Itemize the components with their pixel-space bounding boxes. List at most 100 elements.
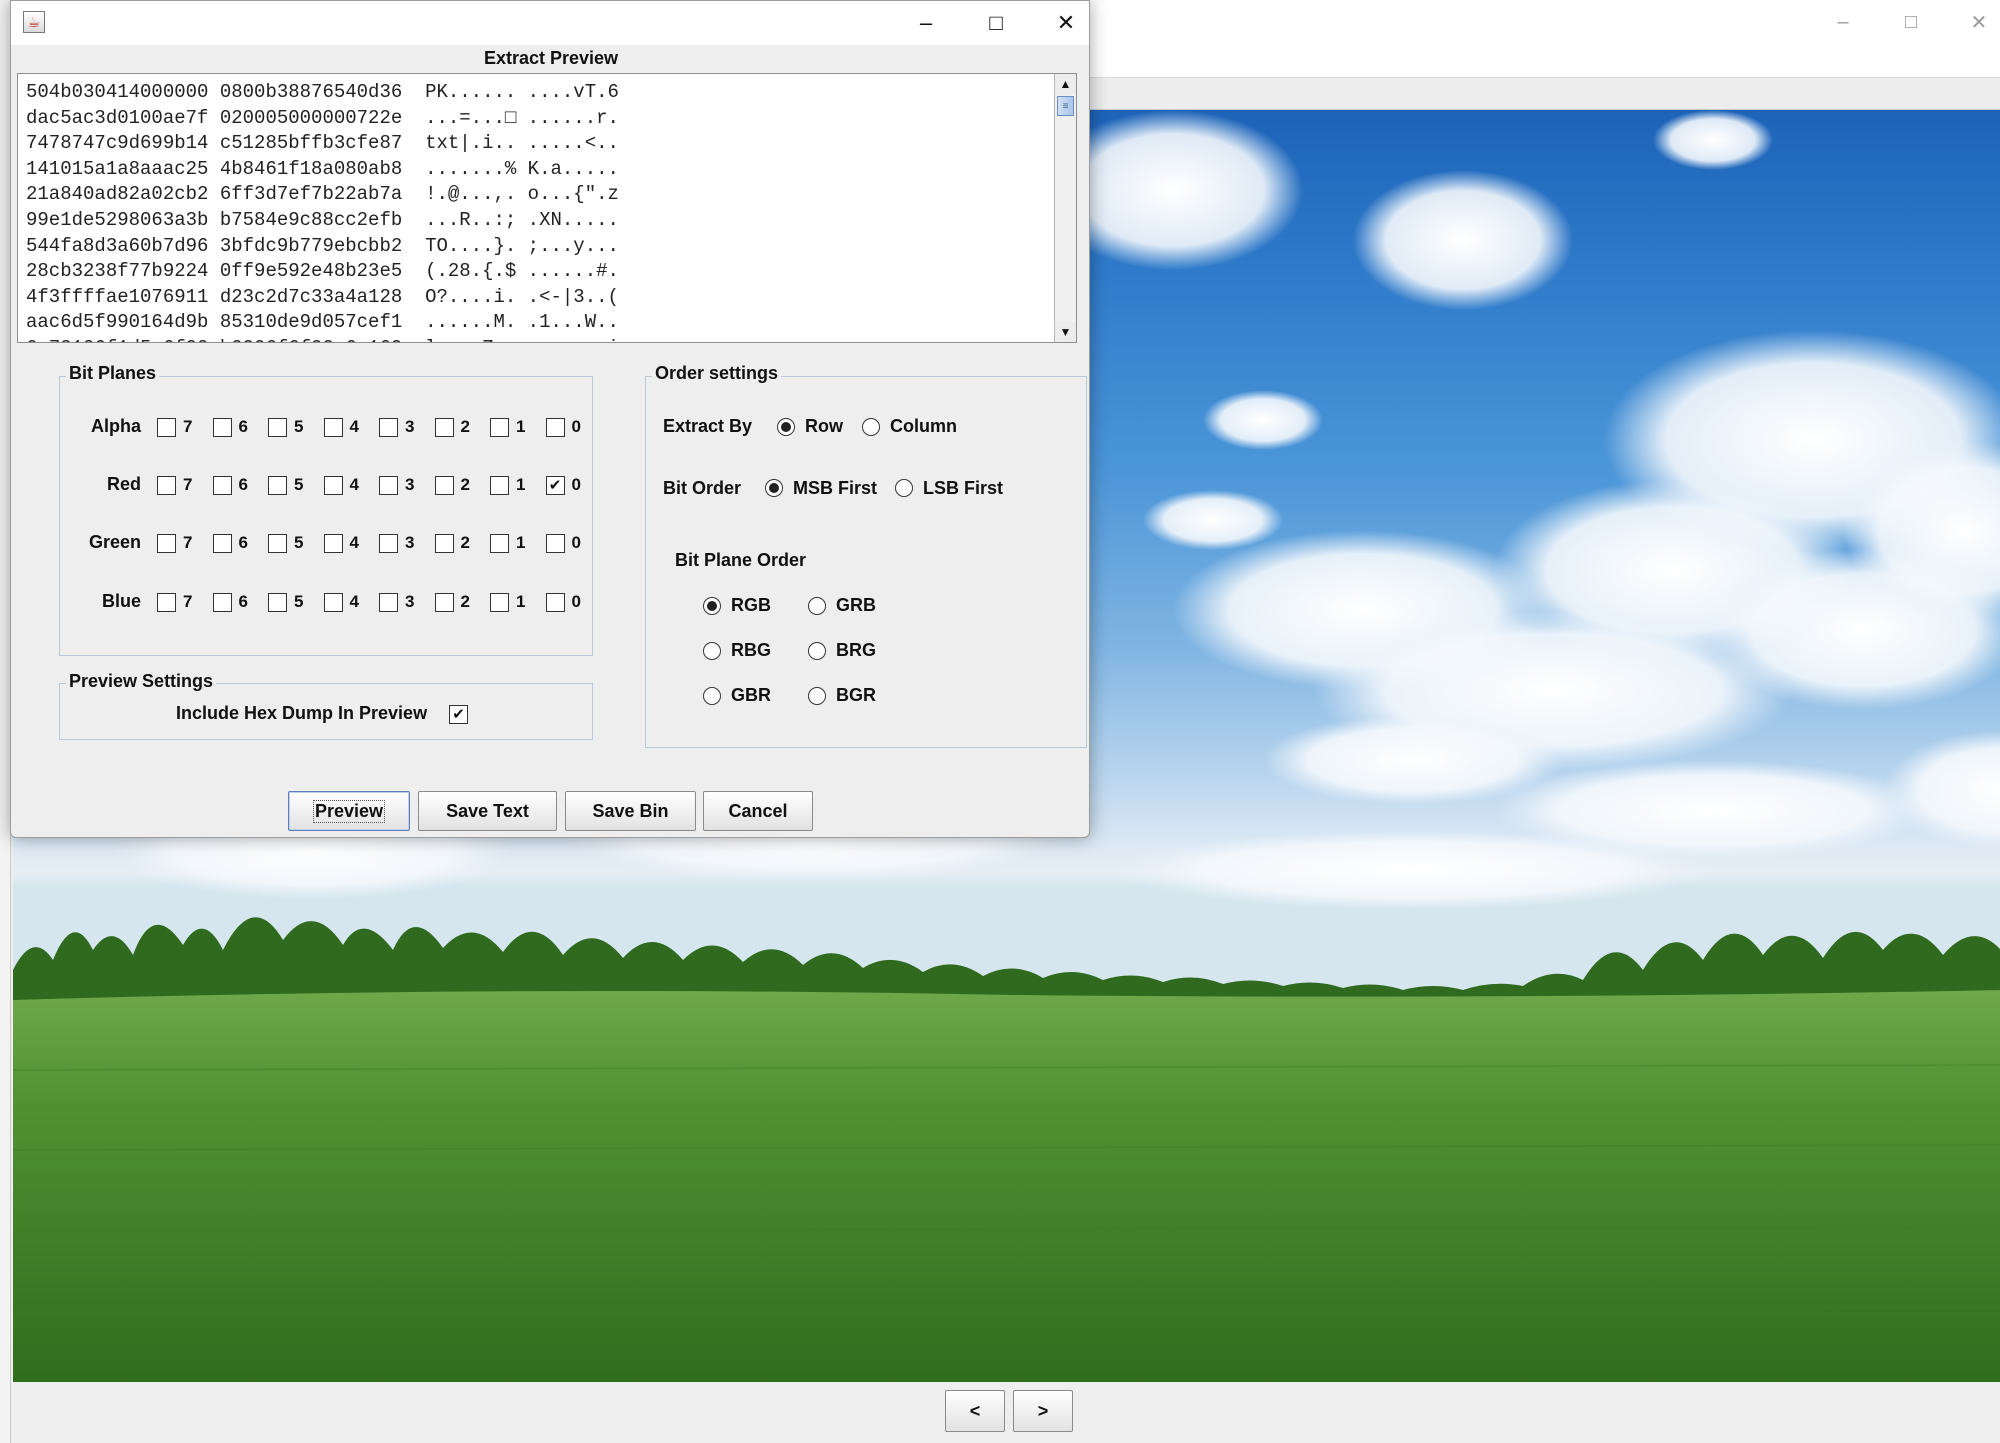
dialog-titlebar: ☕ – □ ✕ [11, 1, 1089, 45]
bit-plane-row-label-green: Green [88, 532, 141, 552]
main-close-button[interactable]: ✕ [1945, 0, 2000, 44]
next-image-button[interactable]: > [1013, 1390, 1073, 1432]
order-rbg-radio[interactable] [703, 642, 721, 660]
bit-plane-row-label-alpha: Alpha [90, 416, 141, 436]
bit-plane-bit-label: 3 [405, 417, 415, 436]
bit-plane-checkbox-green-4[interactable] [323, 534, 343, 553]
bit-plane-bit-label: 0 [571, 417, 581, 436]
dialog-close-button[interactable]: ✕ [1031, 1, 1101, 45]
main-maximize-button[interactable]: □ [1877, 0, 1945, 44]
bit-plane-checkbox-blue-3[interactable] [379, 593, 398, 612]
hex-line: 21a840ad82a02cb2 6ff3d7ef7b22ab7a !.@...… [26, 183, 619, 206]
bit-plane-checkbox-red-3[interactable] [379, 476, 398, 495]
bit-plane-checkbox-red-6[interactable] [212, 476, 232, 495]
bit-plane-checkbox-red-1[interactable] [490, 476, 509, 495]
bit-plane-checkbox-alpha-6[interactable] [212, 418, 232, 437]
bit-plane-checkbox-green-2[interactable] [434, 534, 454, 553]
hex-line: 99e1de5298063a3b b7584e9c88cc2efb ...R..… [26, 208, 619, 231]
bit-plane-checkbox-alpha-5[interactable] [268, 418, 287, 437]
order-bgr-radio[interactable] [808, 687, 826, 705]
bit-order-lsb-label: LSB First [923, 478, 1004, 498]
close-icon: ✕ [1970, 11, 1988, 34]
bit-plane-bit-label: 1 [516, 592, 526, 611]
bit-plane-bit-label: 6 [238, 475, 248, 494]
bit-plane-checkbox-blue-2[interactable] [434, 593, 454, 612]
bit-plane-bit-label: 4 [349, 417, 359, 436]
hex-line: 7478747c9d699b14 c51285bffb3cfe87 txt|.i… [26, 132, 619, 155]
bit-plane-bit-label: 2 [460, 475, 470, 494]
bit-order-msb-radio[interactable] [765, 479, 783, 497]
bit-plane-checkbox-blue-4[interactable] [323, 593, 343, 612]
order-rgb-label: RGB [731, 595, 771, 615]
hex-line: dac5ac3d0100ae7f 020005000000722e ...=..… [26, 106, 619, 129]
bit-order-lsb-radio[interactable] [895, 479, 913, 497]
bit-plane-checkbox-blue-5[interactable] [268, 593, 287, 612]
scroll-up-arrow-icon[interactable]: ▲ [1055, 74, 1076, 94]
close-icon: ✕ [1056, 10, 1076, 35]
order-brg-label: BRG [836, 640, 876, 660]
main-minimize-button[interactable]: – [1809, 0, 1877, 44]
bit-plane-bit-label: 2 [460, 417, 470, 436]
java-cup-icon: ☕ [23, 11, 45, 33]
preview-scrollbar[interactable]: ▲ ≡ ▼ [1054, 74, 1076, 342]
extract-by-row-radio[interactable] [777, 418, 795, 436]
bit-plane-bit-label: 0 [571, 475, 581, 494]
bit-plane-checkbox-blue-1[interactable] [490, 593, 509, 612]
bit-plane-checkbox-red-5[interactable] [268, 476, 287, 495]
bit-order-label: Bit Order [663, 478, 742, 498]
save-text-button-label: Save Text [446, 800, 529, 821]
order-gbr-label: GBR [731, 685, 771, 705]
bit-plane-checkbox-red-0[interactable]: ✔ [545, 476, 565, 495]
hex-dump-checkbox[interactable]: ✔ [449, 705, 468, 724]
scroll-thumb[interactable]: ≡ [1057, 96, 1074, 116]
bit-plane-checkbox-blue-7[interactable] [157, 593, 176, 612]
preview-button-label: Preview [312, 799, 386, 823]
order-grb-radio[interactable] [808, 597, 826, 615]
bit-plane-checkbox-blue-0[interactable] [545, 593, 565, 612]
extract-by-column-radio[interactable] [862, 418, 880, 436]
save-bin-button[interactable]: Save Bin [565, 791, 696, 831]
save-bin-button-label: Save Bin [592, 800, 669, 821]
bit-plane-checkbox-green-7[interactable] [157, 534, 176, 553]
save-text-button[interactable]: Save Text [418, 791, 557, 831]
bit-plane-bit-label: 2 [460, 592, 470, 611]
extract-by-label: Extract By [663, 416, 753, 436]
bit-plane-checkbox-blue-6[interactable] [212, 593, 232, 612]
scroll-down-arrow-icon[interactable]: ▼ [1055, 322, 1076, 342]
bit-plane-checkbox-alpha-1[interactable] [490, 418, 509, 437]
chevron-left-icon: < [969, 1400, 981, 1421]
bit-plane-row-label-blue: Blue [101, 591, 141, 611]
bit-plane-checkbox-green-0[interactable] [545, 534, 565, 553]
bit-plane-bit-label: 6 [238, 417, 248, 436]
bit-plane-checkbox-alpha-3[interactable] [379, 418, 398, 437]
bit-plane-bit-label: 7 [183, 475, 193, 494]
bit-plane-checkbox-alpha-0[interactable] [545, 418, 565, 437]
cancel-button[interactable]: Cancel [703, 791, 813, 831]
bit-plane-checkbox-green-1[interactable] [490, 534, 509, 553]
dialog-maximize-button[interactable]: □ [961, 1, 1031, 45]
bit-plane-checkbox-green-5[interactable] [268, 534, 287, 553]
previous-image-button[interactable]: < [945, 1390, 1005, 1432]
bit-plane-checkbox-red-4[interactable] [323, 476, 343, 495]
bit-plane-checkbox-red-7[interactable] [157, 476, 176, 495]
minimize-icon: – [1837, 10, 1849, 33]
dialog-minimize-button[interactable]: – [891, 1, 961, 45]
bit-plane-bit-label: 6 [238, 533, 248, 552]
bit-plane-checkbox-alpha-4[interactable] [323, 418, 343, 437]
bit-plane-checkbox-alpha-7[interactable] [157, 418, 176, 437]
order-bgr-label: BGR [836, 685, 876, 705]
bit-plane-checkbox-alpha-2[interactable] [434, 418, 454, 437]
bit-plane-row-label-red: Red [106, 474, 141, 494]
bit-plane-checkbox-green-6[interactable] [212, 534, 232, 553]
order-rgb-radio[interactable] [703, 597, 721, 615]
hex-preview-text-area[interactable]: 504b030414000000 0800b38876540d36 PK....… [17, 73, 1077, 343]
bit-plane-bit-label: 2 [460, 533, 470, 552]
order-brg-radio[interactable] [808, 642, 826, 660]
preview-button[interactable]: Preview [288, 791, 410, 831]
bit-order-msb-label: MSB First [793, 478, 878, 498]
order-gbr-radio[interactable] [703, 687, 721, 705]
bit-plane-checkbox-green-3[interactable] [379, 534, 398, 553]
grass-field [13, 990, 2000, 1382]
bit-plane-checkbox-red-2[interactable] [434, 476, 454, 495]
bit-plane-bit-label: 4 [349, 475, 359, 494]
